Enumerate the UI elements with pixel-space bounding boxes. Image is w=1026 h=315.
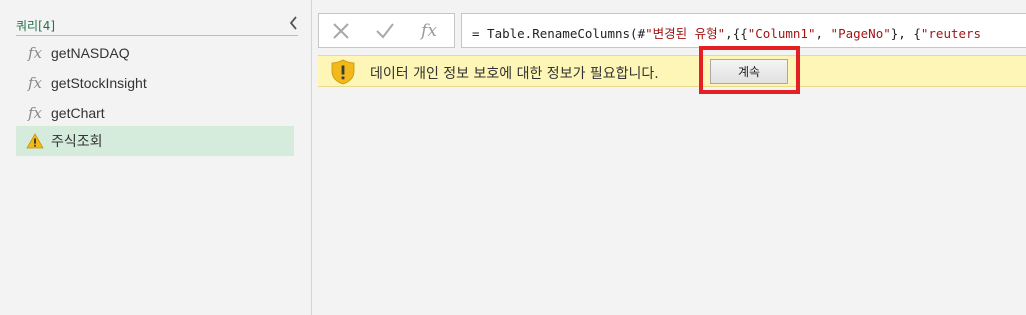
formula-token: }, { xyxy=(890,26,921,41)
cancel-formula-button[interactable] xyxy=(319,14,363,47)
formula-string-literal: "Column1" xyxy=(747,26,816,41)
close-icon xyxy=(333,22,349,39)
privacy-warning-bar: 데이터 개인 정보 보호에 대한 정보가 필요합니다. 계속 xyxy=(318,55,1026,87)
query-item-getnasdaq[interactable]: fx getNASDAQ xyxy=(16,38,294,68)
query-item-label: getNASDAQ xyxy=(51,45,130,61)
queries-pane: 쿼리[4] fx getNASDAQ fx getStockInsight fx… xyxy=(0,0,312,315)
formula-string-literal: "변경된 유형" xyxy=(645,26,726,41)
queries-pane-header: 쿼리[4] xyxy=(16,14,298,36)
formula-bar-buttons: fx xyxy=(318,13,455,48)
collapse-pane-button[interactable] xyxy=(286,14,302,32)
formula-input[interactable]: = Table.RenameColumns(#"변경된 유형",{{"Colum… xyxy=(461,13,1026,48)
formula-string-literal: "PageNo" xyxy=(830,26,891,41)
formula-token: ,{{ xyxy=(725,26,748,41)
confirm-formula-button[interactable] xyxy=(363,14,407,47)
fx-icon: fx xyxy=(27,74,42,92)
query-preview-area xyxy=(313,88,1026,315)
query-item-stock-lookup[interactable]: 주식조회 xyxy=(16,126,294,156)
query-item-getchart[interactable]: fx getChart xyxy=(16,98,294,128)
fx-icon: fx xyxy=(27,44,42,62)
checkmark-icon xyxy=(376,22,394,39)
formula-prefix: = Table.RenameColumns(# xyxy=(472,26,646,41)
query-item-label: getStockInsight xyxy=(51,75,147,91)
query-item-label: 주식조회 xyxy=(51,133,103,149)
warning-icon xyxy=(24,130,46,152)
shield-warning-icon xyxy=(331,59,355,85)
continue-button[interactable]: 계속 xyxy=(710,59,788,84)
query-item-label: getChart xyxy=(51,105,105,121)
formula-string-literal: "reuters xyxy=(920,26,982,41)
chevron-left-icon xyxy=(289,16,297,30)
fx-icon: fx xyxy=(27,104,42,122)
privacy-warning-message: 데이터 개인 정보 보호에 대한 정보가 필요합니다. xyxy=(370,66,659,82)
query-item-getstockinsight[interactable]: fx getStockInsight xyxy=(16,68,294,98)
formula-token: , xyxy=(815,26,831,41)
insert-function-button[interactable]: fx xyxy=(407,14,451,47)
formula-bar: fx = Table.RenameColumns(#"변경된 유형",{{"Co… xyxy=(318,13,1026,48)
queries-pane-title: 쿼리[4] xyxy=(16,19,56,33)
fx-icon: fx xyxy=(421,20,437,41)
